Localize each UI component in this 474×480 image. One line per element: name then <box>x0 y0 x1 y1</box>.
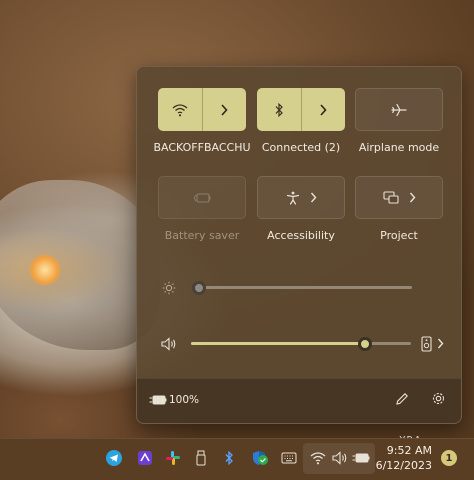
wifi-tile[interactable] <box>158 88 246 131</box>
brightness-slider[interactable] <box>192 279 412 297</box>
volume-slider[interactable] <box>191 335 411 353</box>
quick-settings-footer: 100% <box>137 378 461 423</box>
slack-icon[interactable] <box>164 449 182 467</box>
audio-output-icon[interactable] <box>421 336 432 352</box>
accessibility-icon <box>286 191 300 205</box>
speaker-icon[interactable] <box>161 337 177 351</box>
app-icon[interactable] <box>136 449 154 467</box>
project-tile[interactable] <box>355 176 443 219</box>
chevron-right-icon <box>220 103 228 116</box>
bluetooth-tile-label: Connected (2) <box>261 141 341 154</box>
audio-output-chevron-icon[interactable] <box>437 338 444 349</box>
battery-saver-tile-label: Battery saver <box>164 229 240 242</box>
brightness-slider-thumb[interactable] <box>192 281 206 295</box>
quick-settings-panel: BACKOFFBACCHU Connected (2) Airplane mod… <box>136 66 462 424</box>
usb-drive-icon[interactable] <box>192 449 210 467</box>
project-tile-label: Project <box>380 229 418 242</box>
telegram-icon[interactable] <box>105 449 123 467</box>
wifi-icon <box>309 449 327 467</box>
volume-slider-thumb[interactable] <box>358 337 372 351</box>
airplane-mode-tile[interactable] <box>355 88 443 131</box>
battery-icon <box>352 449 370 467</box>
accessibility-tile[interactable] <box>257 176 345 219</box>
project-icon <box>382 191 399 204</box>
wifi-icon <box>172 103 188 117</box>
chevron-right-icon <box>319 103 327 116</box>
bluetooth-icon <box>274 102 284 117</box>
security-icon[interactable] <box>258 455 268 465</box>
wifi-expand-button[interactable] <box>203 88 247 131</box>
speaker-icon <box>331 449 349 467</box>
battery-percentage[interactable]: 100% <box>169 394 199 406</box>
gear-icon[interactable] <box>431 391 446 406</box>
battery-saver-icon <box>193 192 211 204</box>
chevron-right-icon <box>409 192 416 203</box>
taskbar-clock[interactable]: 9:52 AM 6/12/2023 <box>376 443 432 473</box>
chevron-right-icon <box>310 192 317 203</box>
airplane-mode-tile-label: Airplane mode <box>358 141 440 154</box>
airplane-icon <box>391 103 407 117</box>
notification-badge[interactable]: 1 <box>441 450 457 466</box>
wallpaper-sunburst <box>30 255 60 285</box>
bluetooth-icon[interactable] <box>220 449 238 467</box>
accessibility-tile-label: Accessibility <box>267 229 335 242</box>
taskbar: 9:52 AM 6/12/2023 1 <box>0 438 474 480</box>
keyboard-icon[interactable] <box>280 449 298 467</box>
bluetooth-expand-button[interactable] <box>302 88 346 131</box>
wifi-toggle[interactable] <box>158 88 202 131</box>
battery-charging-icon <box>149 394 167 406</box>
bluetooth-tile[interactable] <box>257 88 345 131</box>
taskbar-time: 9:52 AM <box>386 444 432 457</box>
bluetooth-toggle[interactable] <box>257 88 301 131</box>
taskbar-date: 6/12/2023 <box>375 459 432 472</box>
pencil-icon[interactable] <box>395 392 409 406</box>
brightness-icon <box>162 281 176 295</box>
battery-saver-tile[interactable] <box>158 176 246 219</box>
wifi-tile-label: BACKOFFBACCHU <box>153 141 251 154</box>
